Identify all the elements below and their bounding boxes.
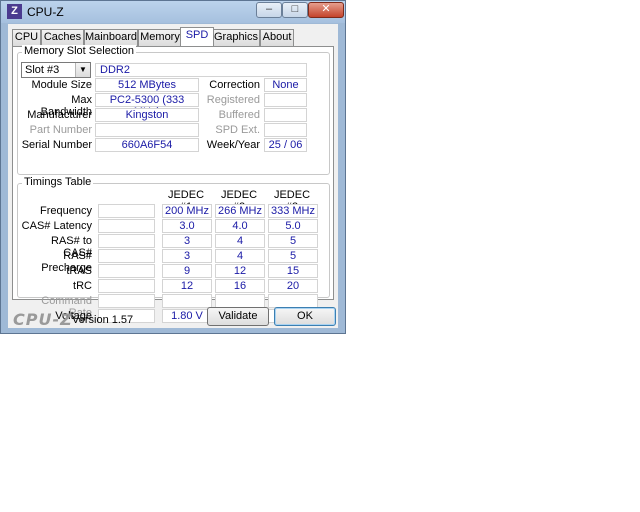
memory-type-value: DDR2 xyxy=(95,63,307,77)
timing-cell-jedec1: 1.80 V xyxy=(162,309,212,323)
registered-value xyxy=(264,93,307,107)
version-label: Version 1.57 xyxy=(72,314,134,326)
tab-about[interactable]: About xyxy=(260,29,294,46)
close-button[interactable]: ✕ xyxy=(308,2,344,18)
spd-ext-label: SPD Ext. xyxy=(215,124,260,136)
timing-cell-jedec3: 333 MHz xyxy=(268,204,318,218)
timing-cell-jedec2: 12 xyxy=(215,264,265,278)
timings-group: Timings Table JEDEC #1 JEDEC #2 JEDEC #3… xyxy=(17,176,330,323)
timing-row-label: tRC xyxy=(73,280,92,292)
correction-label: Correction xyxy=(209,79,260,91)
cpuz-logo: CPU-Z xyxy=(13,310,73,329)
timing-row-extra-cell xyxy=(98,219,155,233)
serial-number-value: 660A6F54 xyxy=(95,138,199,152)
module-size-label: Module Size xyxy=(31,79,92,91)
chevron-down-icon: ▼ xyxy=(75,63,90,77)
validate-button[interactable]: Validate xyxy=(207,307,269,326)
cpuz-app-icon: Z xyxy=(7,4,22,19)
timing-cell-jedec3: 5.0 xyxy=(268,219,318,233)
timing-row-extra-cell xyxy=(98,234,155,248)
maximize-button[interactable]: □ xyxy=(282,2,308,18)
week-year-label: Week/Year xyxy=(206,139,260,151)
timing-row-extra-cell xyxy=(98,204,155,218)
max-bandwidth-value: PC2-5300 (333 MHz) xyxy=(95,93,199,118)
timing-cell-jedec1 xyxy=(162,294,212,308)
timing-cell-jedec1: 3 xyxy=(162,249,212,263)
timing-cell-jedec2: 4.0 xyxy=(215,219,265,233)
timing-cell-jedec3: 15 xyxy=(268,264,318,278)
timing-cell-jedec1: 12 xyxy=(162,279,212,293)
window-title: CPU-Z xyxy=(27,5,64,19)
cpuz-window: Z CPU-Z – □ ✕ CPU Caches Mainboard Memor… xyxy=(0,0,346,334)
timing-cell-jedec3: 20 xyxy=(268,279,318,293)
buffered-value xyxy=(264,108,307,122)
timing-row-label: CAS# Latency xyxy=(21,220,92,232)
timing-cell-jedec1: 200 MHz xyxy=(162,204,212,218)
tab-graphics[interactable]: Graphics xyxy=(212,29,260,46)
serial-number-label: Serial Number xyxy=(21,139,92,151)
manufacturer-value: Kingston xyxy=(95,108,199,122)
buffered-label: Buffered xyxy=(218,109,260,121)
timing-row-extra-cell xyxy=(98,279,155,293)
memory-slot-group: Memory Slot Selection Slot #3 ▼ DDR2 Mod… xyxy=(17,45,330,175)
timing-cell-jedec3: 5 xyxy=(268,234,318,248)
memory-slot-group-title: Memory Slot Selection xyxy=(22,45,137,57)
timing-cell-jedec2: 266 MHz xyxy=(215,204,265,218)
timing-cell-jedec3: 5 xyxy=(268,249,318,263)
module-size-value: 512 MBytes xyxy=(95,78,199,92)
part-number-label: Part Number xyxy=(29,124,92,136)
correction-value: None xyxy=(264,78,307,92)
slot-select[interactable]: Slot #3 ▼ xyxy=(21,62,91,78)
spd-panel: Memory Slot Selection Slot #3 ▼ DDR2 Mod… xyxy=(12,45,334,323)
tab-memory[interactable]: Memory xyxy=(138,29,182,46)
timing-row-extra-cell xyxy=(98,294,155,308)
timing-cell-jedec1: 3 xyxy=(162,234,212,248)
timing-cell-jedec1: 3.0 xyxy=(162,219,212,233)
tab-cpu[interactable]: CPU xyxy=(12,29,41,46)
part-number-value xyxy=(95,123,199,137)
title-bar[interactable]: Z CPU-Z – □ ✕ xyxy=(1,1,345,23)
slot-select-value: Slot #3 xyxy=(25,64,60,76)
spd-ext-value xyxy=(264,123,307,137)
timing-cell-jedec2: 16 xyxy=(215,279,265,293)
timing-row-label: Frequency xyxy=(40,205,92,217)
timing-cell-jedec2: 4 xyxy=(215,234,265,248)
timings-group-title: Timings Table xyxy=(22,176,94,188)
minimize-button[interactable]: – xyxy=(256,2,282,18)
tab-mainboard[interactable]: Mainboard xyxy=(84,29,138,46)
tab-caches[interactable]: Caches xyxy=(41,29,84,46)
registered-label: Registered xyxy=(206,94,260,106)
timing-row-label: tRAS xyxy=(66,265,92,277)
timing-row-extra-cell xyxy=(98,264,155,278)
timing-cell-jedec1: 9 xyxy=(162,264,212,278)
ok-button[interactable]: OK xyxy=(274,307,336,326)
week-year-value: 25 / 06 xyxy=(264,138,307,152)
timing-row-extra-cell xyxy=(98,249,155,263)
tab-spd[interactable]: SPD xyxy=(180,27,214,47)
manufacturer-label: Manufacturer xyxy=(27,109,92,121)
timing-cell-jedec2 xyxy=(215,294,265,308)
timing-cell-jedec3 xyxy=(268,294,318,308)
timing-cell-jedec2: 4 xyxy=(215,249,265,263)
client-area: CPU Caches Mainboard Memory Graphics Abo… xyxy=(8,24,338,329)
